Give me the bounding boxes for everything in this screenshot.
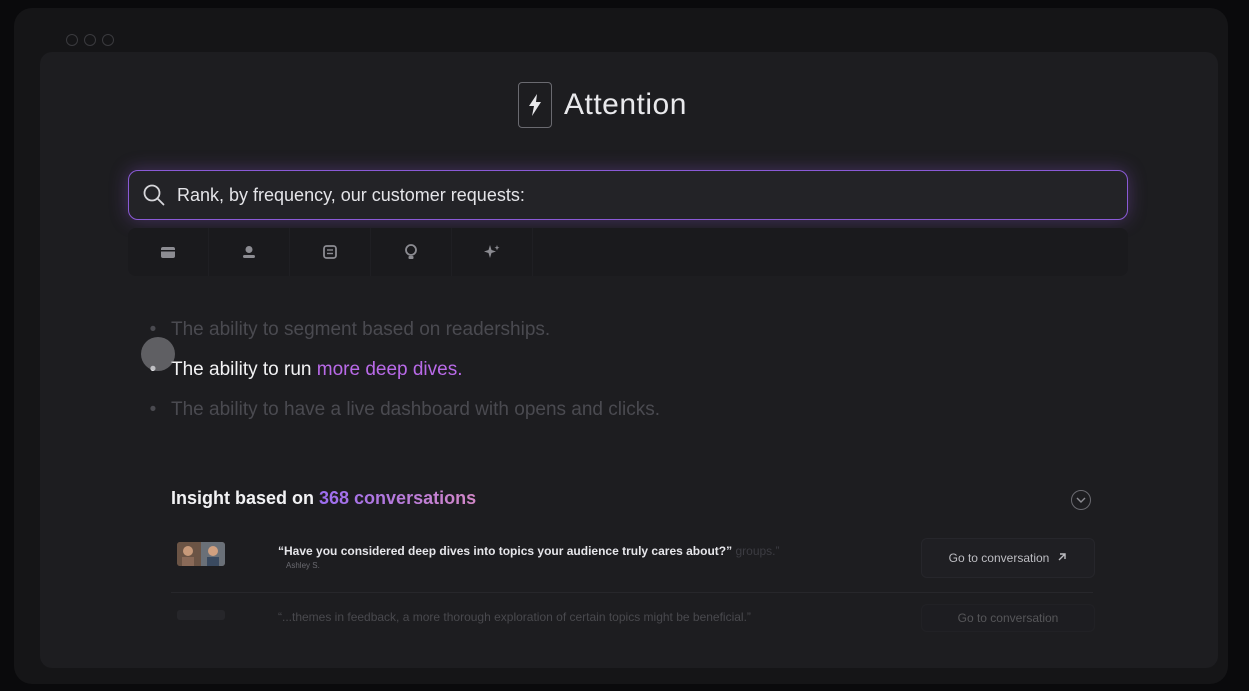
answer-item: • The ability to have a live dashboard w… xyxy=(148,390,660,430)
answer-text: The ability to have a live dashboard wit… xyxy=(171,399,660,420)
conversation-quote: “Have you considered deep dives into top… xyxy=(278,544,780,558)
arrow-up-right-icon xyxy=(1057,551,1067,565)
minimize-window-button[interactable] xyxy=(84,34,96,46)
main-panel: Attention Rank, by frequency, our custom… xyxy=(40,52,1218,668)
insight-heading: Insight based on 368 conversations xyxy=(171,488,476,509)
search-input[interactable]: Rank, by frequency, our customer request… xyxy=(177,185,525,206)
document-icon[interactable] xyxy=(290,228,371,276)
search-bar[interactable]: Rank, by frequency, our customer request… xyxy=(128,170,1128,220)
cursor-indicator xyxy=(141,337,175,371)
answer-item: • The ability to run more deep dives. xyxy=(148,350,660,390)
conversation-row[interactable]: “Have you considered deep dives into top… xyxy=(171,530,1096,590)
quote-faded-text: groups.” xyxy=(735,544,780,558)
go-to-conversation-button[interactable]: Go to conversation xyxy=(921,604,1095,632)
bullet: • xyxy=(149,399,157,420)
conversation-quote: “...themes in feedback, a more thorough … xyxy=(278,610,751,624)
go-to-conversation-label: Go to conversation xyxy=(957,611,1059,625)
brand-header: Attention xyxy=(518,82,687,128)
filter-toolbar xyxy=(128,228,1128,276)
person-icon[interactable] xyxy=(209,228,290,276)
lightbulb-icon[interactable] xyxy=(371,228,452,276)
go-to-conversation-button[interactable]: Go to conversation xyxy=(921,538,1095,578)
answer-text: The ability to run xyxy=(171,359,317,380)
go-to-conversation-label: Go to conversation xyxy=(948,551,1050,565)
window-controls xyxy=(66,34,114,46)
answer-text: The ability to segment based on readersh… xyxy=(171,319,551,340)
conversation-author: Ashley S. xyxy=(286,561,320,570)
video-thumbnail[interactable] xyxy=(177,610,225,620)
insight-prefix: Insight based on xyxy=(171,488,320,508)
insight-count[interactable]: 368 conversations xyxy=(319,488,476,508)
lightning-bolt-icon xyxy=(518,82,552,128)
answer-item: • The ability to segment based on reader… xyxy=(148,310,660,350)
answer-highlight: more deep dives. xyxy=(316,359,463,380)
video-thumbnail[interactable] xyxy=(177,542,225,566)
brand-name: Attention xyxy=(564,88,687,121)
sparkle-icon[interactable] xyxy=(452,228,533,276)
conversation-row[interactable]: “...themes in feedback, a more thorough … xyxy=(171,604,1096,634)
answer-list: • The ability to segment based on reader… xyxy=(148,310,660,430)
calendar-icon[interactable] xyxy=(128,228,209,276)
search-icon xyxy=(143,184,165,206)
divider xyxy=(171,592,1093,593)
close-window-button[interactable] xyxy=(66,34,78,46)
quote-text: “Have you considered deep dives into top… xyxy=(278,544,733,558)
chevron-down-icon[interactable] xyxy=(1071,490,1091,510)
maximize-window-button[interactable] xyxy=(102,34,114,46)
